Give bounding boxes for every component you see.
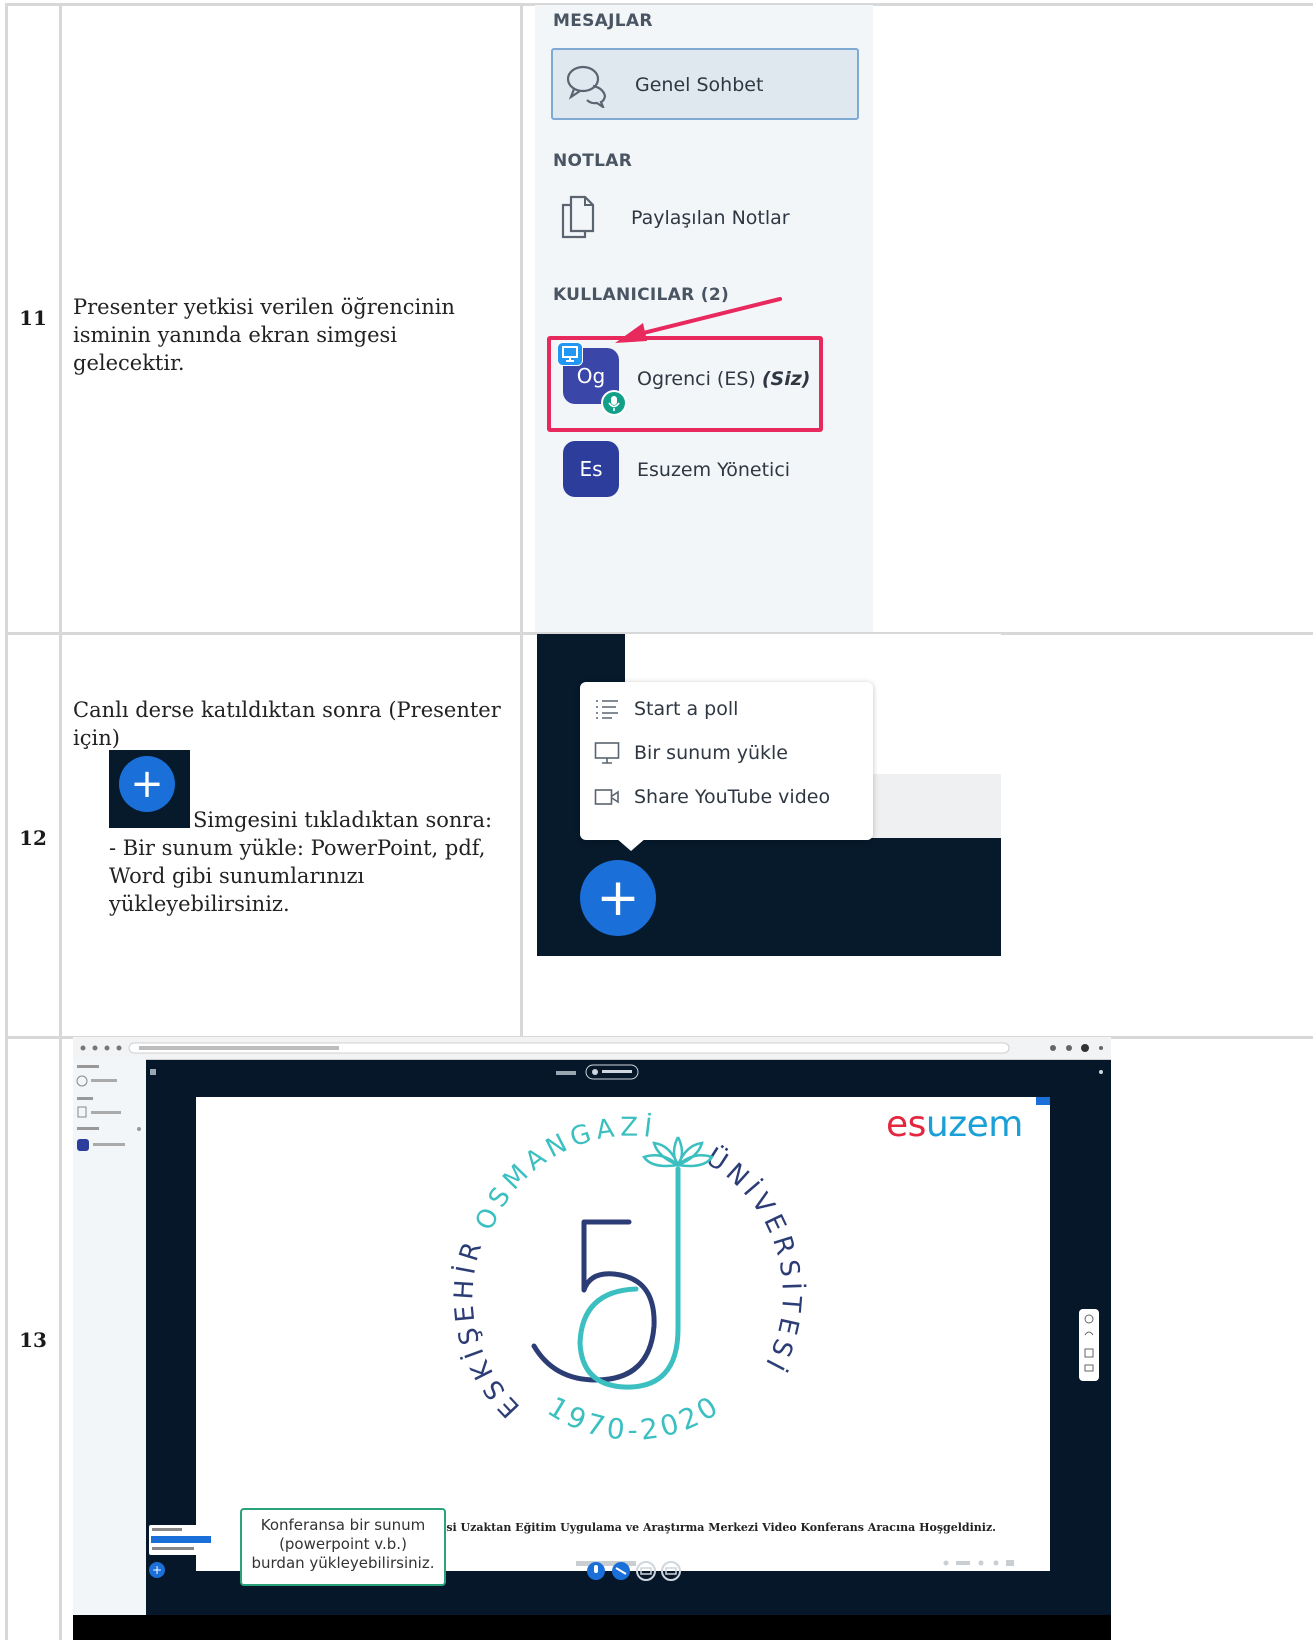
upload-hint-callout: Konferansa bir sunum (powerpoint v.b.) b…: [240, 1508, 446, 1586]
presentation-slide: esuzem OSMANGAZİ ESKİŞEHİR ÜNİVERSİTESİ …: [196, 1097, 1050, 1571]
after-icon-text: Simgesini tıkladıktan sonra:: [193, 808, 493, 832]
messages-section-title: MESAJLAR: [553, 11, 653, 31]
user-list-item[interactable]: Og Ogrenci (ES) (Siz): [551, 340, 821, 420]
microphone-status-icon: [601, 390, 627, 420]
media-controls: [587, 1561, 681, 1581]
slide-corner-marker: [1036, 1097, 1050, 1105]
browser-toolbar: [73, 1037, 1111, 1060]
avatar: Es: [563, 441, 619, 497]
callout-line: Konferansa bir sunum: [260, 1516, 426, 1534]
callout-line: burdan yükleyebilirsiniz.: [251, 1554, 435, 1572]
user-list-item[interactable]: Es Esuzem Yönetici: [551, 437, 851, 507]
description-line: Canlı derse katıldıktan sonra (Presenter: [73, 698, 501, 722]
video-camera-icon: [594, 787, 622, 807]
row-number: 13: [19, 1328, 47, 1352]
row-number: 12: [19, 826, 47, 850]
mini-menu-items: [151, 1528, 211, 1550]
plus-icon: +: [119, 756, 175, 812]
row-description: Canlı derse katıldıktan sonra (Presenter…: [73, 696, 513, 752]
bullet-line: yükleyebilirsiniz.: [109, 892, 290, 916]
menu-pointer: [616, 838, 646, 851]
public-chat-button[interactable]: Genel Sohbet: [551, 48, 859, 120]
mini-actions-menu: [149, 1525, 213, 1555]
you-indicator: (Siz): [761, 368, 811, 390]
esuzem-logo: esuzem: [886, 1104, 1023, 1145]
public-chat-label: Genel Sohbet: [635, 74, 764, 96]
bullet-line: Word gibi sunumlarınızı: [109, 864, 365, 888]
conference-screenshot: esuzem OSMANGAZİ ESKİŞEHİR ÜNİVERSİTESİ …: [73, 1037, 1111, 1640]
bullet-text: - Bir sunum yükle: PowerPoint, pdf, Word…: [109, 834, 509, 918]
user-name-text: Ogrenci (ES): [637, 368, 756, 390]
notes-section-title: NOTLAR: [553, 151, 633, 171]
whiteboard-tools-icon: [1084, 1314, 1094, 1372]
shared-notes-label: Paylaşılan Notlar: [631, 207, 790, 229]
shared-notes-item[interactable]: Paylaşılan Notlar: [551, 193, 859, 243]
mini-sidebar-content: [76, 1065, 141, 1151]
description-line: için): [73, 726, 120, 750]
seal-text-universitesi: ÜNİVERSİTESİ: [700, 1141, 808, 1380]
presentation-icon: [594, 741, 622, 765]
table-column-divider: [59, 3, 62, 1640]
seal-text-osmangazi: OSMANGAZİ: [470, 1111, 659, 1235]
upload-presentation-menu-item[interactable]: Bir sunum yükle: [594, 738, 788, 768]
user-name: Ogrenci (ES) (Siz): [637, 368, 810, 390]
description-line: Presenter yetkisi verilen öğrencinin: [73, 295, 455, 319]
actions-plus-button[interactable]: +: [580, 860, 656, 936]
poll-list-icon: [594, 698, 622, 720]
table-column-divider: [520, 3, 523, 1037]
university-50th-anniversary-seal: OSMANGAZİ ESKİŞEHİR ÜNİVERSİTESİ 1970-20…: [449, 1111, 808, 1447]
description-line: isminin yanında ekran simgesi gelecektir…: [73, 323, 398, 375]
start-poll-menu-item[interactable]: Start a poll: [594, 694, 738, 724]
menu-item-label: Start a poll: [634, 698, 739, 720]
bullet-line: - Bir sunum yükle: PowerPoint, pdf,: [109, 836, 486, 860]
row-number: 11: [19, 306, 47, 330]
callout-line: (powerpoint v.b.): [279, 1535, 407, 1553]
inline-plus-icon-image: +: [109, 750, 190, 828]
chat-bubbles-icon: [565, 62, 611, 112]
whiteboard-toolbar[interactable]: [1079, 1309, 1099, 1381]
session-top-controls: [150, 1064, 1103, 1080]
presenter-screen-icon: [557, 342, 583, 370]
avatar-initials: Es: [579, 457, 603, 481]
menu-item-label: Bir sunum yükle: [634, 742, 788, 764]
screenshot-bottom-bar: [73, 1615, 1111, 1640]
table-left-border: [5, 3, 8, 1640]
seal-text-years: 1970-2020: [542, 1388, 727, 1447]
share-youtube-menu-item[interactable]: Share YouTube video: [594, 782, 830, 812]
mini-user-sidebar: [73, 1059, 146, 1615]
mini-plus-button[interactable]: +: [149, 1562, 165, 1578]
user-name: Esuzem Yönetici: [637, 459, 791, 481]
seal-text-eskisehir: ESKİŞEHİR: [449, 1234, 526, 1423]
user-list-sidebar: MESAJLAR Genel Sohbet NOTLAR Paylaşılan …: [535, 5, 873, 632]
document-copy-icon: [559, 193, 599, 245]
actions-menu: Start a poll Bir sunum yükle Share YouTu…: [580, 682, 873, 851]
menu-item-label: Share YouTube video: [634, 786, 831, 808]
row-description: Presenter yetkisi verilen öğrencinin ism…: [73, 293, 513, 377]
browser-toolbar-icons: [80, 1042, 1103, 1054]
